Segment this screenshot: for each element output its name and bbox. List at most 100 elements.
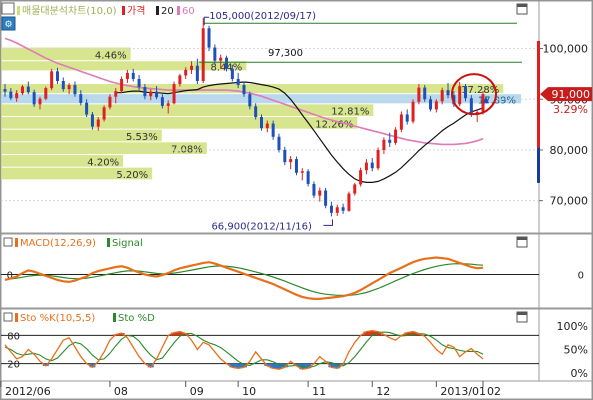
candle-body <box>294 159 298 173</box>
signal-label: Signal <box>112 238 143 249</box>
macd-settings-icon[interactable] <box>3 237 13 247</box>
stoch-ref-label: 20 <box>7 360 20 371</box>
date-label: 2012/06 <box>5 385 51 398</box>
date-label: 02 <box>487 385 501 398</box>
candle-body <box>90 114 94 127</box>
candle-body <box>219 57 223 61</box>
legend-swatch-ma20 <box>156 6 159 15</box>
candle-body <box>254 106 258 117</box>
date-label: 10 <box>242 385 256 398</box>
candle-body <box>131 72 135 79</box>
current-price-label: 91,000 <box>552 88 591 101</box>
stoch-axis-label: 100% <box>557 320 588 333</box>
candle-body <box>306 171 310 184</box>
legend-swatch-price <box>122 6 125 15</box>
candle-body <box>96 119 100 127</box>
maximize-button-bar <box>517 4 527 7</box>
candle-body <box>312 183 316 196</box>
volume-profile-band <box>1 117 358 129</box>
low-price-label: 66,900(2012/11/16) <box>211 221 312 232</box>
candle-body <box>364 162 368 171</box>
signal-swatch <box>107 238 110 247</box>
candle-body <box>120 78 124 92</box>
stock-chart: 4.46%8.44%17.28%17.89%12.81%12.26%5.53%7… <box>0 0 593 400</box>
price-range-up-bar <box>537 40 540 148</box>
macd-swatch <box>15 238 18 247</box>
candle-body <box>85 102 89 115</box>
candle-body <box>143 87 147 97</box>
candle-body <box>271 123 275 137</box>
candle-body <box>61 81 65 90</box>
candle-body <box>137 78 141 88</box>
candle-body <box>405 114 409 122</box>
candle-body <box>102 107 106 120</box>
candle-body <box>341 207 345 211</box>
stoch-axis-label: 50% <box>564 344 588 357</box>
candle-body <box>73 85 77 95</box>
candle-body <box>446 90 450 96</box>
candle-body <box>248 94 252 107</box>
candle-body <box>277 136 281 150</box>
candle-body <box>423 87 427 100</box>
candle-body <box>324 190 328 206</box>
candle-body <box>382 139 386 150</box>
candle-body <box>347 193 351 211</box>
stoch-k-swatch <box>15 313 18 322</box>
stoch-k-label: Sto %K(10,5,5) <box>20 313 95 324</box>
candle-body <box>149 91 153 97</box>
volume-profile-label: 12.81% <box>331 107 369 118</box>
stoch-settings-icon[interactable] <box>3 312 13 322</box>
candle-body <box>300 171 304 173</box>
volume-profile-label: 5.53% <box>126 132 158 143</box>
legend-price-label: 가격 <box>127 4 145 17</box>
candle-body <box>160 97 164 106</box>
candle-body <box>9 91 13 99</box>
candle-body <box>213 47 217 61</box>
candle-body <box>38 98 42 105</box>
price-axis-label: 80,000 <box>550 144 589 157</box>
candle-body <box>155 91 159 98</box>
volume-profile-label: 5.20% <box>116 170 148 181</box>
date-label: 09 <box>190 385 204 398</box>
stoch-maximize-bar <box>517 312 527 315</box>
date-label: 08 <box>114 385 128 398</box>
volume-profile-band <box>1 104 374 116</box>
high-price-label: 105,000(2012/09/17) <box>209 11 316 22</box>
date-label: 11 <box>312 385 326 398</box>
candle-body <box>44 88 48 99</box>
candle-body <box>289 159 293 163</box>
candle-body <box>32 92 36 105</box>
stoch-axis-label: 0% <box>571 367 588 380</box>
candle-body <box>190 65 194 70</box>
candle-body <box>411 101 415 122</box>
candle-body <box>388 139 392 143</box>
candle-body <box>265 123 269 129</box>
candle-body <box>172 84 176 104</box>
legend-ma60-label: 60 <box>182 6 195 17</box>
candle-body <box>318 190 322 196</box>
settings-icon-glyph: ⚙ <box>4 20 12 30</box>
candle-body <box>464 86 468 99</box>
candle-body <box>394 129 398 143</box>
candle-body <box>429 99 433 110</box>
candle-body <box>399 114 403 130</box>
candle-body <box>370 162 374 169</box>
expand-icon[interactable] <box>1 2 15 15</box>
candle-body <box>15 93 19 99</box>
date-label: 12 <box>376 385 390 398</box>
candle-body <box>469 98 473 115</box>
candle-body <box>359 170 363 185</box>
candle-body <box>259 117 263 129</box>
candle-body <box>79 94 83 103</box>
candle-body <box>50 71 54 89</box>
macd-label: MACD(12,26,9) <box>20 238 96 249</box>
candle-body <box>283 149 287 163</box>
legend-swatch-volume <box>17 6 20 15</box>
stoch-panel: 20 80 0% 50% 100% Sto %K(10,5,5) Sto %D <box>0 308 593 382</box>
candle-body <box>178 75 182 85</box>
candle-body <box>440 90 444 102</box>
price-panel: 4.46%8.44%17.28%17.89%12.81%12.26%5.53%7… <box>0 0 593 234</box>
candle-body <box>26 86 30 93</box>
change-label: 3.29% <box>553 103 588 116</box>
date-axis-frame <box>0 380 593 400</box>
